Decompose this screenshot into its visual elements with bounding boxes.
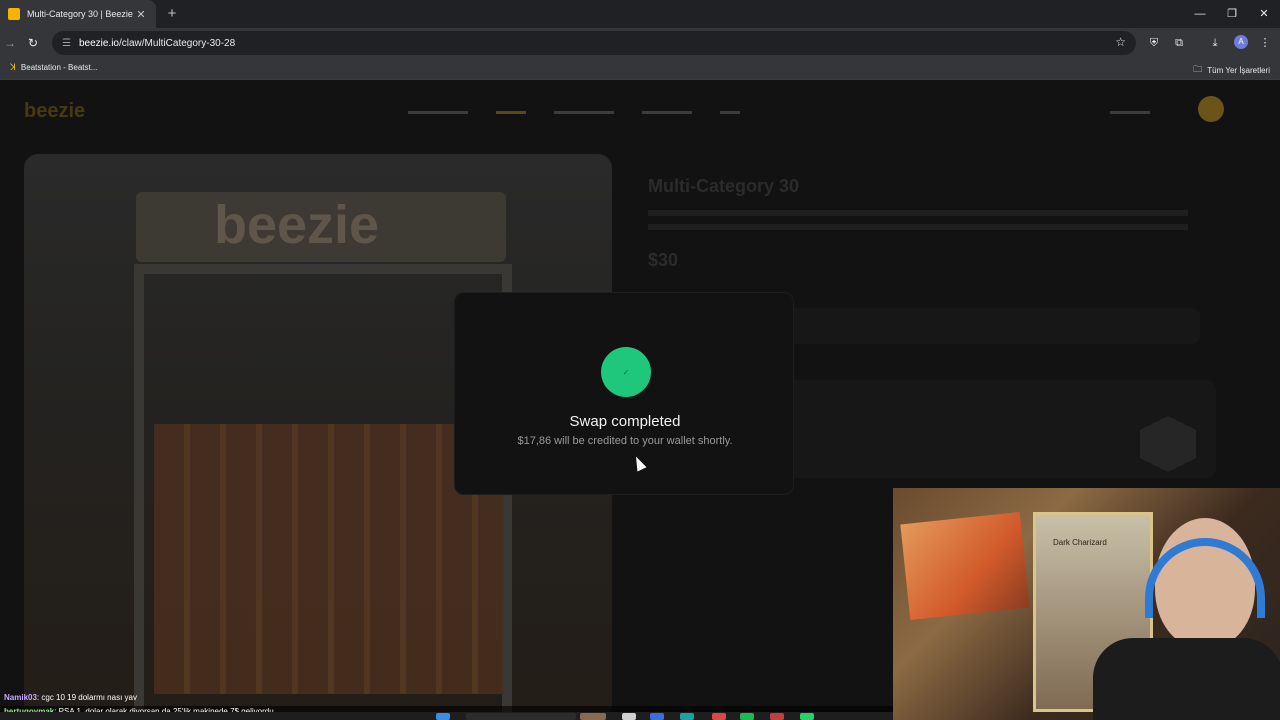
url-text: beezie.io/claw/MultiCategory-30-28 bbox=[78, 37, 236, 49]
taskbar-widget-icon[interactable] bbox=[580, 713, 606, 720]
swap-completed-modal: ✓ Swap completed $17,86 will be credited… bbox=[454, 292, 794, 495]
nav-item[interactable]: ▬▬▬▬▬ bbox=[642, 106, 692, 117]
profile-avatar[interactable]: A bbox=[1234, 35, 1248, 49]
taskbar-app-icon[interactable] bbox=[712, 713, 726, 720]
taskbar-search[interactable] bbox=[466, 713, 576, 720]
claw-machine-brand: beezie bbox=[214, 195, 380, 255]
browser-toolbar: → ↻ ☰ beezie.io/claw/MultiCategory-30-28… bbox=[0, 28, 1280, 58]
taskbar-app-icon[interactable] bbox=[770, 713, 784, 720]
product-title: Multi-Category 30 bbox=[648, 176, 800, 196]
success-check-icon: ✓ bbox=[601, 347, 651, 397]
window-close-icon[interactable]: ✕ bbox=[1248, 0, 1280, 28]
bookmark-star-icon[interactable]: ☆ bbox=[1115, 35, 1126, 49]
download-icon[interactable]: ⤓ bbox=[1207, 35, 1223, 51]
minimize-icon[interactable]: — bbox=[1184, 0, 1216, 28]
chat-message: Namik03: cgc 10 19 dolarmı nası yav bbox=[4, 693, 137, 702]
nav-item[interactable]: ▬▬▬▬▬▬ bbox=[554, 106, 614, 117]
tab-title: Multi-Category 30 | Beezie bbox=[27, 9, 133, 19]
bookmarks-bar: ꓘ Beatstation - Beatst... 🗀 Tüm Yer İşar… bbox=[0, 58, 1280, 80]
streamer-webcam: Dark Charizard bbox=[893, 488, 1280, 720]
browser-tab-active[interactable]: Multi-Category 30 | Beezie ✕ bbox=[0, 0, 156, 28]
windows-taskbar bbox=[0, 712, 893, 720]
site-info-icon[interactable]: ☰ bbox=[62, 38, 71, 49]
taskbar-app-icon[interactable] bbox=[622, 713, 636, 720]
modal-title: Swap completed bbox=[569, 413, 681, 430]
whatsapp-icon[interactable] bbox=[800, 713, 814, 720]
beezie-favicon-icon bbox=[8, 8, 20, 20]
browser-tab-strip: Multi-Category 30 | Beezie ✕ + — ❐ ✕ bbox=[0, 0, 1280, 28]
sign-in-link[interactable]: ▬▬▬▬ bbox=[1110, 106, 1150, 117]
windows-start-icon[interactable] bbox=[436, 713, 450, 720]
site-logo[interactable]: beezie bbox=[24, 100, 85, 123]
nav-item[interactable]: ▬▬▬▬▬▬ bbox=[408, 106, 468, 117]
product-description bbox=[648, 210, 1188, 238]
maximize-icon[interactable]: ❐ bbox=[1216, 0, 1248, 28]
beatstation-favicon-icon: ꓘ bbox=[10, 62, 16, 72]
taskbar-app-icon[interactable] bbox=[680, 713, 694, 720]
address-bar[interactable]: ☰ beezie.io/claw/MultiCategory-30-28 ☆ bbox=[52, 31, 1136, 55]
extensions-icon[interactable]: ⧉ bbox=[1171, 35, 1187, 51]
streamer-body bbox=[1093, 638, 1280, 720]
nav-item[interactable]: ▬▬ bbox=[720, 106, 740, 117]
new-tab-button[interactable]: + bbox=[162, 4, 182, 24]
forward-arrow-icon[interactable]: → bbox=[2, 35, 18, 51]
close-icon[interactable]: ✕ bbox=[134, 8, 148, 21]
product-price: $30 bbox=[648, 250, 679, 270]
card-label: Dark Charizard bbox=[1053, 538, 1107, 547]
all-bookmarks-button[interactable]: 🗀 Tüm Yer İşaretleri bbox=[1193, 62, 1270, 78]
menu-kebab-icon[interactable]: ⋮ bbox=[1257, 35, 1273, 51]
bookmark-item[interactable]: ꓘ Beatstation - Beatst... bbox=[10, 62, 97, 73]
reload-icon[interactable]: ↻ bbox=[25, 35, 41, 51]
spotify-icon[interactable] bbox=[740, 713, 754, 720]
modal-message: $17,86 will be credited to your wallet s… bbox=[517, 435, 733, 447]
nav-item-active[interactable]: ▬▬▬ bbox=[496, 106, 526, 117]
site-nav: ▬▬▬▬▬▬ ▬▬▬ ▬▬▬▬▬▬ ▬▬▬▬▬ ▬▬ bbox=[408, 106, 740, 117]
claw-machine-prizes bbox=[154, 424, 504, 694]
taskbar-app-icon[interactable] bbox=[650, 713, 664, 720]
shield-icon[interactable]: ⛨ bbox=[1146, 35, 1162, 51]
folder-icon: 🗀 bbox=[1193, 64, 1203, 74]
user-avatar[interactable] bbox=[1198, 96, 1224, 122]
charizard-poster bbox=[900, 511, 1030, 621]
